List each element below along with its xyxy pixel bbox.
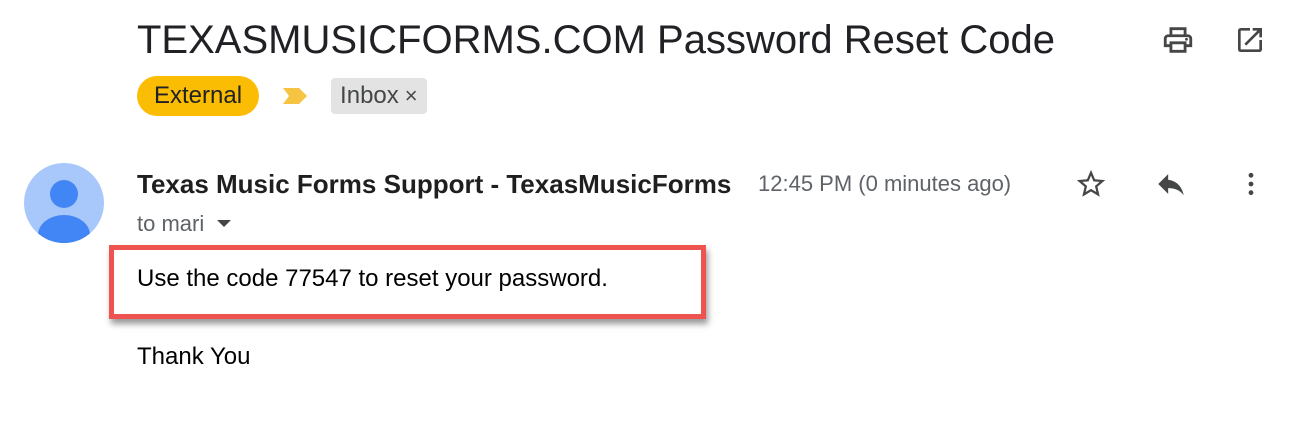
sender-name[interactable]: Texas Music Forms Support - TexasMusicFo… — [137, 168, 737, 200]
more-options-button[interactable] — [1233, 166, 1269, 202]
person-avatar-icon — [38, 180, 90, 243]
email-labels: External Inbox × — [137, 76, 427, 116]
recipient-text: to mari — [137, 211, 205, 236]
reply-icon — [1158, 174, 1184, 196]
external-label-chip: External — [137, 76, 260, 116]
recipient-details-toggle[interactable]: to mari — [137, 210, 232, 238]
print-icon — [1163, 27, 1193, 53]
remove-label-button[interactable]: × — [405, 85, 418, 107]
reply-button[interactable] — [1153, 166, 1189, 202]
inbox-label-chip[interactable]: Inbox × — [331, 78, 427, 114]
importance-marker-icon[interactable] — [281, 84, 311, 108]
email-subject: TEXASMUSICFORMS.COM Password Reset Code — [137, 18, 1055, 62]
sender-avatar[interactable] — [24, 163, 104, 243]
print-all-button[interactable] — [1160, 22, 1196, 58]
star-icon — [1076, 169, 1106, 197]
more-vertical-icon — [1248, 172, 1254, 196]
caret-down-icon — [216, 219, 232, 229]
inbox-label-text: Inbox — [340, 82, 399, 109]
open-in-new-window-button[interactable] — [1232, 22, 1268, 58]
open-in-new-window-icon — [1238, 28, 1262, 52]
star-button[interactable] — [1073, 166, 1109, 202]
email-body-code-line: Use the code 77547 to reset your passwor… — [137, 265, 608, 292]
email-timestamp: 12:45 PM (0 minutes ago) — [758, 171, 1012, 196]
email-body-signoff: Thank You — [137, 343, 251, 370]
